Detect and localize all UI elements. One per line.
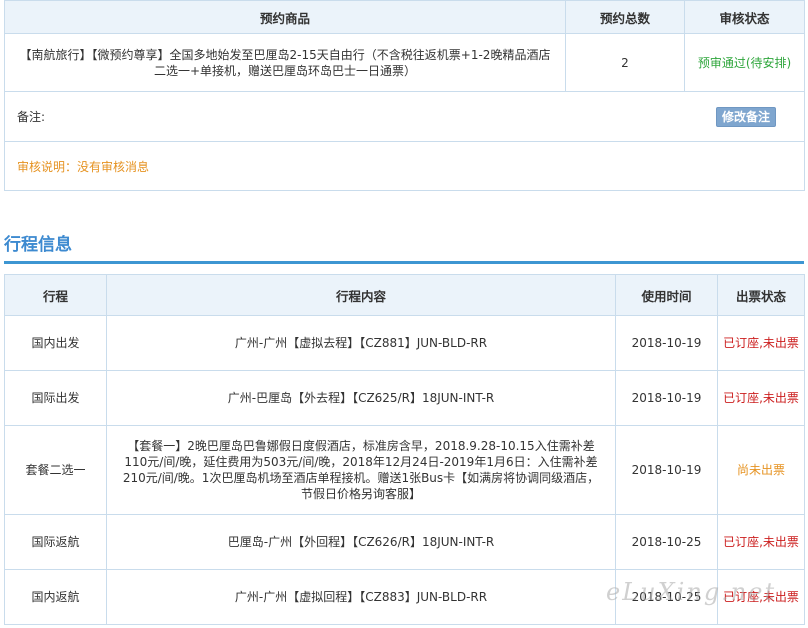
header-status: 审核状态: [684, 0, 805, 34]
itinerary-title: 行程信息: [4, 235, 72, 255]
trip-content: 广州-巴厘岛【外去程】【CZ625/R】18JUN-INT-R: [106, 370, 616, 426]
audit-status: 预审通过(待安排): [684, 33, 805, 92]
remark-row: 备注: 修改备注: [4, 91, 805, 142]
trip-content: 广州-广州【虚拟回程】【CZ883】JUN-BLD-RR: [106, 569, 616, 625]
audit-note-row: 审核说明：没有审核消息: [4, 141, 805, 191]
edit-remark-button[interactable]: 修改备注: [715, 106, 776, 127]
ticket-status: 已订座,未出票: [717, 569, 805, 625]
product-name: 【南航旅行】【微预约尊享】全国多地始发至巴厘岛2-15天自由行（不含税往返机票+…: [4, 33, 566, 92]
header-count: 预约总数: [565, 0, 685, 34]
trip-name: 国内出发: [4, 315, 107, 371]
trip-date: 2018-10-19: [615, 425, 718, 515]
itinerary-section-header: 行程信息: [4, 232, 804, 264]
table-row: 国际出发 广州-巴厘岛【外去程】【CZ625/R】18JUN-INT-R 201…: [4, 370, 805, 426]
header-date: 使用时间: [615, 274, 718, 316]
trip-date: 2018-10-19: [615, 370, 718, 426]
audit-note: 审核说明：没有审核消息: [4, 141, 805, 191]
header-product: 预约商品: [4, 0, 566, 34]
booking-table: 预约商品 预约总数 审核状态 【南航旅行】【微预约尊享】全国多地始发至巴厘岛2-…: [4, 0, 805, 191]
trip-name: 套餐二选一: [4, 425, 107, 515]
ticket-status: 尚未出票: [717, 425, 805, 515]
trip-name: 国际出发: [4, 370, 107, 426]
header-content: 行程内容: [106, 274, 616, 316]
booking-row: 【南航旅行】【微预约尊享】全国多地始发至巴厘岛2-15天自由行（不含税往返机票+…: [4, 33, 805, 92]
trip-date: 2018-10-19: [615, 315, 718, 371]
itinerary-table: 行程 行程内容 使用时间 出票状态 国内出发 广州-广州【虚拟去程】【CZ881…: [4, 274, 805, 625]
header-ticket-status: 出票状态: [717, 274, 805, 316]
header-trip: 行程: [4, 274, 107, 316]
remark-cell: 备注: 修改备注: [4, 91, 805, 142]
trip-name: 国内返航: [4, 569, 107, 625]
trip-date: 2018-10-25: [615, 569, 718, 625]
trip-date: 2018-10-25: [615, 514, 718, 570]
trip-content: 【套餐一】2晚巴厘岛巴鲁娜假日度假酒店，标准房含早，2018.9.28-10.1…: [106, 425, 616, 515]
booking-header-row: 预约商品 预约总数 审核状态: [4, 0, 805, 34]
ticket-status: 已订座,未出票: [717, 315, 805, 371]
trip-content: 巴厘岛-广州【外回程】【CZ626/R】18JUN-INT-R: [106, 514, 616, 570]
table-row: 套餐二选一 【套餐一】2晚巴厘岛巴鲁娜假日度假酒店，标准房含早，2018.9.2…: [4, 425, 805, 515]
ticket-status: 已订座,未出票: [717, 514, 805, 570]
itinerary-header-row: 行程 行程内容 使用时间 出票状态: [4, 274, 805, 316]
booking-count: 2: [565, 33, 685, 92]
table-row: 国内返航 广州-广州【虚拟回程】【CZ883】JUN-BLD-RR 2018-1…: [4, 569, 805, 625]
table-row: 国内出发 广州-广州【虚拟去程】【CZ881】JUN-BLD-RR 2018-1…: [4, 315, 805, 371]
table-row: 国际返航 巴厘岛-广州【外回程】【CZ626/R】18JUN-INT-R 201…: [4, 514, 805, 570]
trip-name: 国际返航: [4, 514, 107, 570]
trip-content: 广州-广州【虚拟去程】【CZ881】JUN-BLD-RR: [106, 315, 616, 371]
remark-label: 备注:: [17, 109, 46, 124]
ticket-status: 已订座,未出票: [717, 370, 805, 426]
